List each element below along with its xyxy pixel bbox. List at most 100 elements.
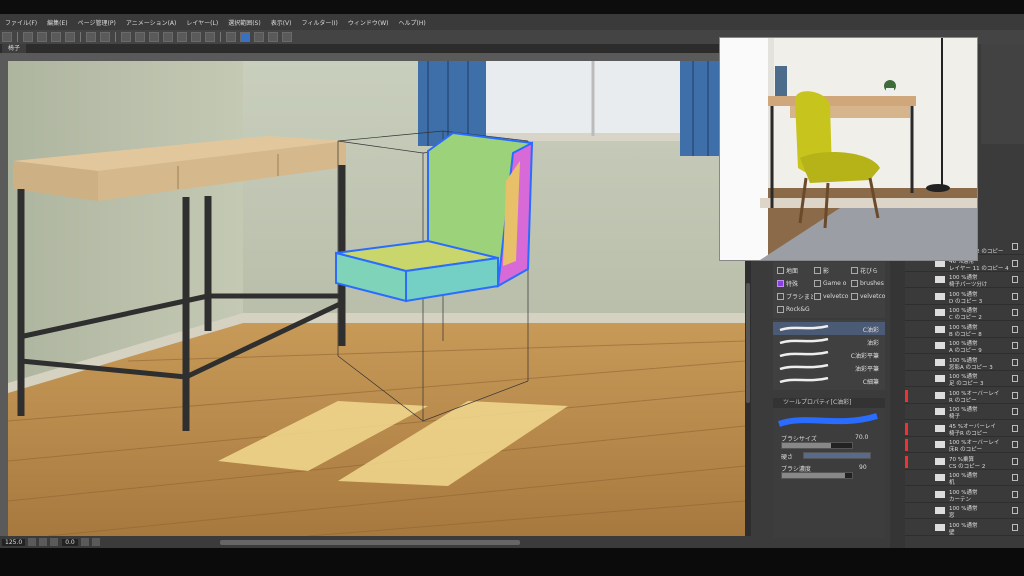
subtool-group[interactable]: velvetco	[814, 290, 850, 302]
layer-row[interactable]: 100 %通常 B のコピー 8	[905, 323, 1024, 338]
rotate-left-icon[interactable]	[80, 538, 89, 546]
layer-row[interactable]: 70 %乗算 CS のコピー 2	[905, 455, 1024, 470]
open-folder-icon[interactable]	[37, 32, 47, 42]
rotation-field[interactable]: 0.0	[62, 538, 78, 546]
layer-lock-icon[interactable]	[1012, 358, 1018, 366]
layer-lock-icon[interactable]	[1012, 391, 1018, 399]
menu-item[interactable]: 表示(V)	[266, 18, 297, 27]
gear-icon[interactable]	[135, 32, 145, 42]
layer-lock-icon[interactable]	[1012, 474, 1018, 481]
menu-item[interactable]: 編集(E)	[42, 18, 72, 27]
menu-item[interactable]: ヘルプ(H)	[393, 18, 430, 27]
hardness-slider[interactable]	[803, 452, 871, 459]
crop-icon[interactable]	[163, 32, 173, 42]
3d-icon[interactable]	[282, 32, 292, 42]
brush-size-slider[interactable]	[781, 442, 853, 449]
layer-row[interactable]: 100 %通常 D のコピー 3	[905, 290, 1024, 305]
layer-row[interactable]: 100 %通常 窓影A のコピー 3	[905, 356, 1024, 371]
fill-icon[interactable]	[191, 32, 201, 42]
layer-lock-icon[interactable]	[1012, 490, 1018, 498]
menu-item[interactable]: フィルター(I)	[297, 18, 343, 27]
transform-icon[interactable]	[149, 32, 159, 42]
brush-density-slider[interactable]	[781, 472, 853, 479]
redo-icon[interactable]	[100, 32, 110, 42]
subtool-group[interactable]: ブラシまと	[777, 290, 813, 302]
app-icon[interactable]	[2, 32, 12, 42]
layer-lock-icon[interactable]	[1012, 342, 1018, 349]
brush-item[interactable]: C油彩	[773, 322, 885, 335]
layer-row[interactable]: 100 %通常机	[905, 471, 1024, 486]
brush-stroke-preview	[779, 325, 829, 331]
zoom-out-icon[interactable]	[28, 538, 37, 546]
layer-row[interactable]: 100 %通常 カーテン	[905, 488, 1024, 503]
folder-icon	[935, 342, 945, 349]
tab-document[interactable]: 椅子	[2, 44, 27, 53]
perspective-snap-icon[interactable]	[240, 32, 250, 42]
subtool-group-label: brushes	[860, 279, 884, 287]
layer-row[interactable]: 45 %オーバーレイ 椅子R のコピー	[905, 422, 1024, 437]
canvas-horizontal-scrollbar[interactable]	[219, 539, 520, 545]
undo-icon[interactable]	[86, 32, 96, 42]
layer-row[interactable]: 100 %通常窓	[905, 504, 1024, 519]
subtool-group[interactable]: velvetco	[851, 290, 887, 302]
layer-row[interactable]: 100 %通常 C のコピー 2	[905, 306, 1024, 321]
layer-lock-icon[interactable]	[1012, 375, 1018, 382]
subtool-group[interactable]: 地面	[777, 264, 813, 276]
subtool-group[interactable]: Game o	[814, 277, 850, 289]
grid-snap-icon[interactable]	[268, 32, 278, 42]
subtool-group[interactable]: 花びら	[851, 264, 887, 276]
loading-icon[interactable]	[121, 32, 131, 42]
layer-name: 窓	[949, 513, 955, 519]
layer-lock-icon[interactable]	[1012, 507, 1018, 514]
layer-lock-icon[interactable]	[1012, 325, 1018, 333]
layer-lock-icon[interactable]	[1012, 424, 1018, 432]
rotate-right-icon[interactable]	[91, 538, 100, 546]
layer-row[interactable]: 100 %通常足 のコピー 3	[905, 372, 1024, 387]
layer-row[interactable]: 100 %通常 椅子	[905, 405, 1024, 420]
scrollbar-thumb[interactable]	[746, 283, 750, 403]
save-icon[interactable]	[51, 32, 61, 42]
layer-row[interactable]: 100 %オーバーレイ 床R のコピー	[905, 438, 1024, 453]
layer-lock-icon[interactable]	[1012, 523, 1018, 531]
gradient-icon[interactable]	[205, 32, 215, 42]
layer-row[interactable]: 100 %オーバーレイ R のコピー	[905, 389, 1024, 404]
menu-item[interactable]: アニメーション(A)	[121, 18, 182, 27]
export-icon[interactable]	[65, 32, 75, 42]
brush-size-value[interactable]: 70.0	[855, 434, 868, 441]
layer-lock-icon[interactable]	[1012, 276, 1018, 283]
subtool-group[interactable]: 特殊	[777, 277, 813, 289]
fit-icon[interactable]	[50, 538, 59, 546]
subtool-group[interactable]: Rock&G	[777, 303, 813, 315]
subtool-group[interactable]: brushes	[851, 277, 887, 289]
layer-lock-icon[interactable]	[1012, 441, 1018, 448]
menu-item[interactable]: 選択範囲(S)	[223, 18, 266, 27]
special-ruler-icon[interactable]	[254, 32, 264, 42]
layer-lock-icon[interactable]	[1012, 243, 1018, 250]
brush-item[interactable]: 油彩平筆	[773, 361, 885, 374]
menu-item[interactable]: ファイル(F)	[0, 18, 42, 27]
ruler-snap-icon[interactable]	[226, 32, 236, 42]
brush-density-value[interactable]: 90	[859, 464, 867, 471]
brush-item[interactable]: 油彩	[773, 335, 885, 348]
layer-color-mark	[905, 422, 908, 435]
layer-lock-icon[interactable]	[1012, 457, 1018, 465]
zoom-in-icon[interactable]	[39, 538, 48, 546]
brush-item[interactable]: C細筆	[773, 374, 885, 387]
subtool-group[interactable]: 影	[814, 264, 850, 276]
clear-icon[interactable]	[177, 32, 187, 42]
menu-item[interactable]: ページ管理(P)	[73, 18, 121, 27]
layer-row[interactable]: 100 %通常 椅子パーツ分け	[905, 273, 1024, 288]
drawing-canvas[interactable]	[8, 61, 745, 536]
layer-lock-icon[interactable]	[1012, 259, 1018, 267]
layer-row[interactable]: 100 %通常壁	[905, 521, 1024, 536]
brush-label: C油彩平筆	[850, 353, 879, 360]
layer-row[interactable]: 100 %通常 A のコピー 9	[905, 339, 1024, 354]
layer-lock-icon[interactable]	[1012, 408, 1018, 415]
new-file-icon[interactable]	[23, 32, 33, 42]
menu-item[interactable]: ウィンドウ(W)	[343, 18, 394, 27]
menu-item[interactable]: レイヤー(L)	[181, 18, 223, 27]
zoom-field[interactable]: 125.0	[2, 538, 26, 546]
layer-lock-icon[interactable]	[1012, 292, 1018, 300]
layer-lock-icon[interactable]	[1012, 309, 1018, 316]
brush-item[interactable]: C油彩平筆	[773, 348, 885, 361]
